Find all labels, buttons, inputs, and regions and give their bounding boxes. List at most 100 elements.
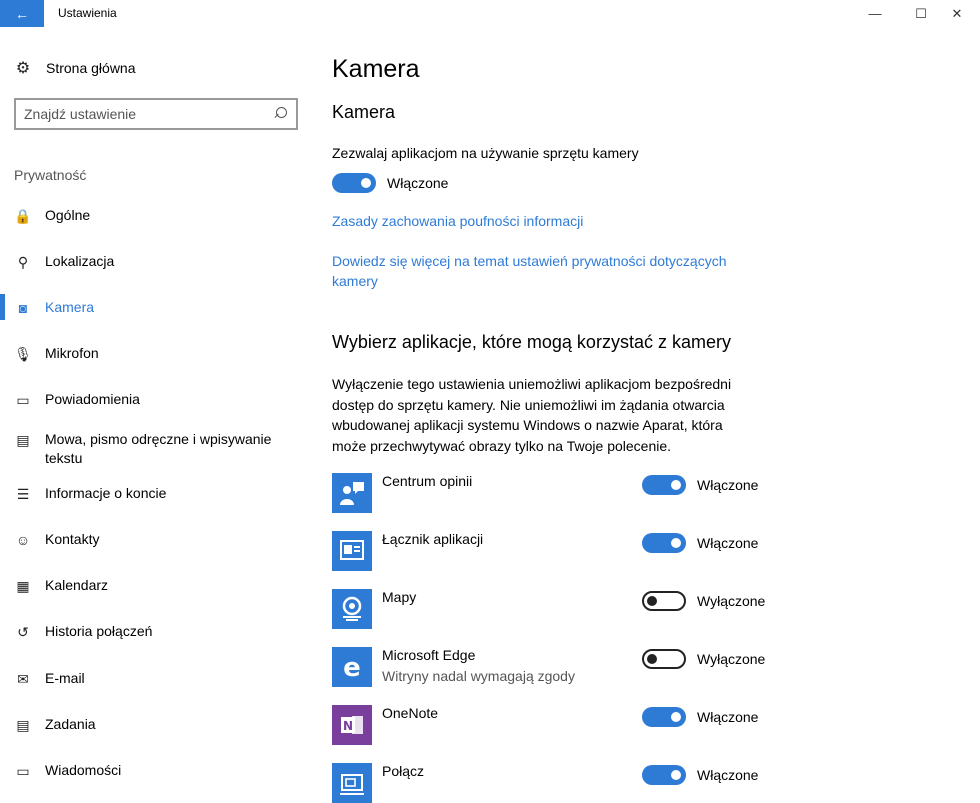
- app-camera-state: Włączone: [697, 709, 759, 725]
- app-camera-state: Wyłączone: [697, 593, 766, 609]
- app-camera-toggle[interactable]: [642, 707, 686, 727]
- app-name: Microsoft Edge: [382, 647, 476, 663]
- history-icon: ↺: [17, 623, 29, 640]
- app-toggle-row: Włączone: [642, 533, 758, 553]
- app-camera-state: Wyłączone: [697, 651, 766, 667]
- privacy-statement-link[interactable]: Zasady zachowania poufności informacji: [332, 211, 583, 231]
- calendar-icon: ▦: [16, 577, 30, 594]
- allow-camera-toggle-row: Włączone: [332, 173, 448, 193]
- app-camera-toggle[interactable]: [642, 765, 686, 785]
- app-connector-icon: [332, 531, 372, 571]
- app-toggle-row: Wyłączone: [642, 649, 765, 669]
- sidebar-item-label: Ogólne: [45, 207, 91, 223]
- sidebar-item-label: Kamera: [45, 299, 95, 315]
- onenote-icon: N: [332, 705, 372, 745]
- location-person-icon: ⚲: [17, 253, 29, 270]
- sidebar-item-label: Mowa, pismo odręczne i wpisywanie tekstu: [45, 431, 272, 466]
- app-camera-state: Włączone: [697, 767, 759, 783]
- camera-icon: ◙: [18, 300, 28, 316]
- app-subtitle: Witryny nadal wymagają zgody: [382, 668, 575, 684]
- account-info-icon: ☰: [16, 485, 30, 502]
- app-toggle-row: Włączone: [642, 475, 758, 495]
- app-camera-state: Włączone: [697, 535, 759, 551]
- app-row-connect: Połącz Włączone: [332, 763, 772, 803]
- app-toggle-row: Wyłączone: [642, 591, 765, 611]
- sidebar-item-history[interactable]: ↺ Historia połączeń: [0, 622, 295, 641]
- section-label: Prywatność: [14, 167, 87, 183]
- app-camera-state: Włączone: [697, 477, 759, 493]
- sidebar-item-label: Wiadomości: [45, 762, 122, 778]
- contacts-icon: ☺: [15, 532, 31, 548]
- sidebar-item-label: Historia połączeń: [45, 623, 153, 639]
- sidebar-item-mail[interactable]: ✉ E-mail: [0, 669, 295, 688]
- app-camera-toggle[interactable]: [642, 591, 686, 611]
- tasks-icon: ▤: [16, 716, 30, 733]
- app-row-edge: e Microsoft Edge Witryny nadal wymagają zg…: [332, 647, 772, 687]
- section-title-apps: Wybierz aplikacje, które mogą korzystać …: [332, 332, 731, 352]
- sidebar-item-label: Powiadomienia: [45, 391, 140, 407]
- sidebar-item-label: Mikrofon: [45, 345, 99, 361]
- close-icon: ✕: [951, 5, 963, 21]
- app-camera-toggle[interactable]: [642, 533, 686, 553]
- allow-camera-toggle[interactable]: [332, 173, 376, 193]
- notification-icon: ▭: [16, 391, 30, 408]
- app-toggle-row: Włączone: [642, 707, 758, 727]
- sidebar-item-contacts[interactable]: ☺ Kontakty: [0, 530, 295, 549]
- sidebar-item-calendar[interactable]: ▦ Kalendarz: [0, 576, 295, 595]
- sidebar-item-clipboard[interactable]: ▤ Mowa, pismo odręczne i wpisywanie tekst…: [0, 430, 295, 468]
- maps-icon: [332, 589, 372, 629]
- minimize-button[interactable]: —: [852, 0, 898, 27]
- app-row-onenote: N OneNote Włączone: [332, 705, 772, 745]
- home-link[interactable]: ⚙ Strona główna: [14, 59, 136, 77]
- search-input[interactable]: Znajdź ustawienie: [14, 98, 298, 130]
- app-toggle-row: Włączone: [642, 765, 758, 785]
- microphone-icon: 🎙: [14, 345, 32, 362]
- clipboard-icon: ▤: [16, 431, 30, 448]
- page-title: Kamera: [332, 55, 420, 83]
- edge-icon: e: [332, 647, 372, 687]
- sidebar-item-microphone[interactable]: 🎙 Mikrofon: [0, 344, 295, 363]
- sidebar: ⚙ Strona główna Znajdź ustawienie Prywat…: [0, 27, 316, 803]
- maximize-icon: ☐: [915, 5, 927, 21]
- sidebar-item-location-person[interactable]: ⚲ Lokalizacja: [0, 252, 295, 271]
- minimize-icon: —: [868, 6, 882, 21]
- app-camera-toggle[interactable]: [642, 649, 686, 669]
- section-title-camera: Kamera: [332, 102, 396, 122]
- app-name: Łącznik aplikacji: [382, 531, 484, 547]
- sidebar-item-label: Lokalizacja: [45, 253, 115, 269]
- svg-text:e: e: [343, 653, 361, 681]
- lock-icon: 🔒: [14, 207, 32, 224]
- app-row-feedback-hub: Centrum opinii Włączone: [332, 473, 772, 513]
- sidebar-item-label: Zadania: [45, 716, 96, 732]
- app-name: Centrum opinii: [382, 473, 473, 489]
- apps-description: Wyłączenie tego ustawienia uniemożliwi a…: [332, 376, 732, 454]
- feedback-hub-icon: [332, 473, 372, 513]
- app-camera-toggle[interactable]: [642, 475, 686, 495]
- sidebar-item-lock[interactable]: 🔒 Ogólne: [0, 206, 295, 225]
- sidebar-item-label: E-mail: [45, 670, 85, 686]
- window-title: Ustawienia: [58, 6, 117, 20]
- app-name: Mapy: [382, 589, 417, 605]
- gear-icon: ⚙: [15, 60, 31, 77]
- search-placeholder: Znajdź ustawienie: [24, 106, 137, 122]
- sidebar-item-label: Kalendarz: [45, 577, 109, 593]
- back-button[interactable]: ←: [0, 0, 44, 27]
- search-icon[interactable]: [272, 106, 288, 122]
- sidebar-item-label: Kontakty: [45, 531, 100, 547]
- app-row-app-connector: Łącznik aplikacji Włączone: [332, 531, 772, 571]
- sidebar-item-account-info[interactable]: ☰ Informacje o koncie: [0, 484, 295, 503]
- sidebar-item-camera[interactable]: ◙ Kamera: [0, 294, 295, 320]
- allow-camera-state: Włączone: [387, 175, 449, 191]
- sidebar-item-tasks[interactable]: ▤ Zadania: [0, 715, 295, 734]
- app-row-maps: Mapy Wyłączone: [332, 589, 772, 629]
- app-name: Połącz: [382, 763, 425, 779]
- mail-icon: ✉: [17, 670, 29, 687]
- home-label: Strona główna: [46, 60, 136, 76]
- title-bar: ← Ustawienia — ☐ ✕: [0, 0, 980, 27]
- sidebar-item-label: Informacje o koncie: [45, 485, 167, 501]
- sidebar-item-notification[interactable]: ▭ Powiadomienia: [0, 390, 295, 409]
- sidebar-item-message[interactable]: ▭ Wiadomości: [0, 761, 295, 780]
- svg-text:N: N: [343, 719, 353, 733]
- close-button[interactable]: ✕: [934, 0, 980, 27]
- learn-more-link[interactable]: Dowiedz się więcej na temat ustawień pry…: [332, 251, 752, 291]
